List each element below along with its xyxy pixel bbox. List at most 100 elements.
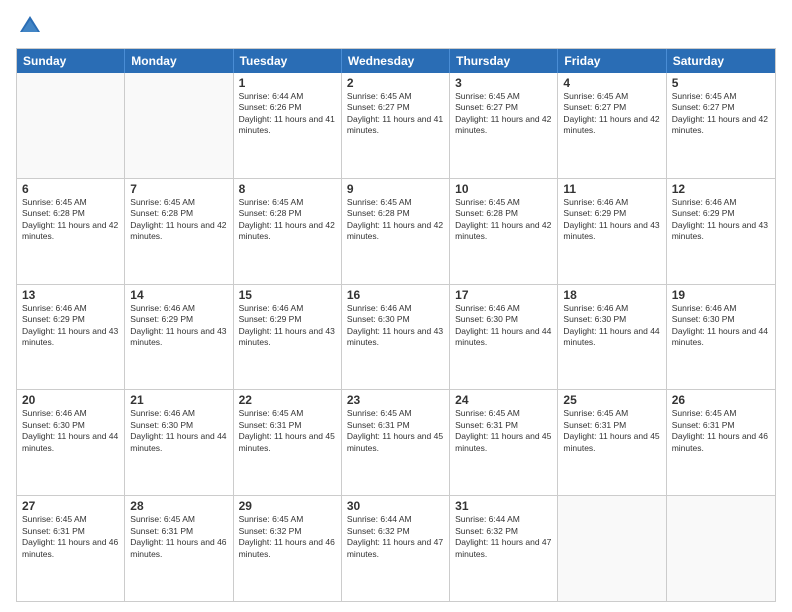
calendar-row-5: 27Sunrise: 6:45 AM Sunset: 6:31 PM Dayli…: [17, 495, 775, 601]
day-cell-11: 11Sunrise: 6:46 AM Sunset: 6:29 PM Dayli…: [558, 179, 666, 284]
day-details: Sunrise: 6:46 AM Sunset: 6:29 PM Dayligh…: [22, 303, 119, 349]
day-number: 2: [347, 76, 444, 90]
day-number: 13: [22, 288, 119, 302]
weekday-header-monday: Monday: [125, 49, 233, 73]
empty-cell-0-0: [17, 73, 125, 178]
day-details: Sunrise: 6:45 AM Sunset: 6:27 PM Dayligh…: [347, 91, 444, 137]
day-details: Sunrise: 6:45 AM Sunset: 6:31 PM Dayligh…: [672, 408, 770, 454]
day-cell-22: 22Sunrise: 6:45 AM Sunset: 6:31 PM Dayli…: [234, 390, 342, 495]
day-details: Sunrise: 6:46 AM Sunset: 6:30 PM Dayligh…: [563, 303, 660, 349]
day-number: 17: [455, 288, 552, 302]
day-number: 22: [239, 393, 336, 407]
day-cell-16: 16Sunrise: 6:46 AM Sunset: 6:30 PM Dayli…: [342, 285, 450, 390]
day-number: 31: [455, 499, 552, 513]
day-cell-4: 4Sunrise: 6:45 AM Sunset: 6:27 PM Daylig…: [558, 73, 666, 178]
day-cell-18: 18Sunrise: 6:46 AM Sunset: 6:30 PM Dayli…: [558, 285, 666, 390]
day-number: 15: [239, 288, 336, 302]
day-cell-14: 14Sunrise: 6:46 AM Sunset: 6:29 PM Dayli…: [125, 285, 233, 390]
day-details: Sunrise: 6:45 AM Sunset: 6:27 PM Dayligh…: [563, 91, 660, 137]
day-number: 3: [455, 76, 552, 90]
day-cell-6: 6Sunrise: 6:45 AM Sunset: 6:28 PM Daylig…: [17, 179, 125, 284]
day-cell-21: 21Sunrise: 6:46 AM Sunset: 6:30 PM Dayli…: [125, 390, 233, 495]
day-cell-8: 8Sunrise: 6:45 AM Sunset: 6:28 PM Daylig…: [234, 179, 342, 284]
day-details: Sunrise: 6:45 AM Sunset: 6:28 PM Dayligh…: [455, 197, 552, 243]
day-details: Sunrise: 6:46 AM Sunset: 6:30 PM Dayligh…: [672, 303, 770, 349]
calendar-header: SundayMondayTuesdayWednesdayThursdayFrid…: [17, 49, 775, 73]
day-number: 9: [347, 182, 444, 196]
day-cell-27: 27Sunrise: 6:45 AM Sunset: 6:31 PM Dayli…: [17, 496, 125, 601]
weekday-header-friday: Friday: [558, 49, 666, 73]
day-details: Sunrise: 6:46 AM Sunset: 6:29 PM Dayligh…: [563, 197, 660, 243]
day-number: 19: [672, 288, 770, 302]
day-details: Sunrise: 6:44 AM Sunset: 6:32 PM Dayligh…: [455, 514, 552, 560]
weekday-header-tuesday: Tuesday: [234, 49, 342, 73]
day-cell-15: 15Sunrise: 6:46 AM Sunset: 6:29 PM Dayli…: [234, 285, 342, 390]
day-cell-24: 24Sunrise: 6:45 AM Sunset: 6:31 PM Dayli…: [450, 390, 558, 495]
day-details: Sunrise: 6:46 AM Sunset: 6:29 PM Dayligh…: [130, 303, 227, 349]
day-cell-28: 28Sunrise: 6:45 AM Sunset: 6:31 PM Dayli…: [125, 496, 233, 601]
day-number: 8: [239, 182, 336, 196]
weekday-header-sunday: Sunday: [17, 49, 125, 73]
day-details: Sunrise: 6:45 AM Sunset: 6:28 PM Dayligh…: [239, 197, 336, 243]
day-details: Sunrise: 6:45 AM Sunset: 6:28 PM Dayligh…: [347, 197, 444, 243]
logo-icon: [16, 12, 44, 40]
day-number: 11: [563, 182, 660, 196]
day-number: 25: [563, 393, 660, 407]
day-number: 30: [347, 499, 444, 513]
day-number: 14: [130, 288, 227, 302]
day-details: Sunrise: 6:45 AM Sunset: 6:31 PM Dayligh…: [455, 408, 552, 454]
day-cell-23: 23Sunrise: 6:45 AM Sunset: 6:31 PM Dayli…: [342, 390, 450, 495]
day-number: 1: [239, 76, 336, 90]
day-number: 10: [455, 182, 552, 196]
day-cell-20: 20Sunrise: 6:46 AM Sunset: 6:30 PM Dayli…: [17, 390, 125, 495]
calendar: SundayMondayTuesdayWednesdayThursdayFrid…: [16, 48, 776, 602]
day-number: 16: [347, 288, 444, 302]
day-number: 4: [563, 76, 660, 90]
day-cell-9: 9Sunrise: 6:45 AM Sunset: 6:28 PM Daylig…: [342, 179, 450, 284]
empty-cell-0-1: [125, 73, 233, 178]
day-cell-5: 5Sunrise: 6:45 AM Sunset: 6:27 PM Daylig…: [667, 73, 775, 178]
day-number: 24: [455, 393, 552, 407]
day-number: 29: [239, 499, 336, 513]
day-number: 18: [563, 288, 660, 302]
logo: [16, 12, 48, 40]
day-number: 26: [672, 393, 770, 407]
day-cell-19: 19Sunrise: 6:46 AM Sunset: 6:30 PM Dayli…: [667, 285, 775, 390]
weekday-header-wednesday: Wednesday: [342, 49, 450, 73]
day-number: 23: [347, 393, 444, 407]
day-number: 21: [130, 393, 227, 407]
day-details: Sunrise: 6:45 AM Sunset: 6:27 PM Dayligh…: [455, 91, 552, 137]
calendar-row-4: 20Sunrise: 6:46 AM Sunset: 6:30 PM Dayli…: [17, 389, 775, 495]
day-details: Sunrise: 6:46 AM Sunset: 6:30 PM Dayligh…: [455, 303, 552, 349]
day-cell-29: 29Sunrise: 6:45 AM Sunset: 6:32 PM Dayli…: [234, 496, 342, 601]
calendar-row-2: 6Sunrise: 6:45 AM Sunset: 6:28 PM Daylig…: [17, 178, 775, 284]
day-details: Sunrise: 6:44 AM Sunset: 6:26 PM Dayligh…: [239, 91, 336, 137]
calendar-body: 1Sunrise: 6:44 AM Sunset: 6:26 PM Daylig…: [17, 73, 775, 601]
day-details: Sunrise: 6:46 AM Sunset: 6:29 PM Dayligh…: [239, 303, 336, 349]
day-cell-13: 13Sunrise: 6:46 AM Sunset: 6:29 PM Dayli…: [17, 285, 125, 390]
weekday-header-saturday: Saturday: [667, 49, 775, 73]
day-details: Sunrise: 6:46 AM Sunset: 6:30 PM Dayligh…: [347, 303, 444, 349]
day-details: Sunrise: 6:46 AM Sunset: 6:29 PM Dayligh…: [672, 197, 770, 243]
empty-cell-4-5: [558, 496, 666, 601]
page-header: [16, 12, 776, 40]
day-cell-17: 17Sunrise: 6:46 AM Sunset: 6:30 PM Dayli…: [450, 285, 558, 390]
day-details: Sunrise: 6:45 AM Sunset: 6:32 PM Dayligh…: [239, 514, 336, 560]
day-details: Sunrise: 6:45 AM Sunset: 6:27 PM Dayligh…: [672, 91, 770, 137]
day-number: 12: [672, 182, 770, 196]
empty-cell-4-6: [667, 496, 775, 601]
day-details: Sunrise: 6:46 AM Sunset: 6:30 PM Dayligh…: [130, 408, 227, 454]
day-details: Sunrise: 6:45 AM Sunset: 6:31 PM Dayligh…: [22, 514, 119, 560]
day-details: Sunrise: 6:45 AM Sunset: 6:31 PM Dayligh…: [347, 408, 444, 454]
day-details: Sunrise: 6:45 AM Sunset: 6:28 PM Dayligh…: [22, 197, 119, 243]
day-cell-10: 10Sunrise: 6:45 AM Sunset: 6:28 PM Dayli…: [450, 179, 558, 284]
day-cell-12: 12Sunrise: 6:46 AM Sunset: 6:29 PM Dayli…: [667, 179, 775, 284]
day-cell-26: 26Sunrise: 6:45 AM Sunset: 6:31 PM Dayli…: [667, 390, 775, 495]
day-cell-3: 3Sunrise: 6:45 AM Sunset: 6:27 PM Daylig…: [450, 73, 558, 178]
day-number: 27: [22, 499, 119, 513]
day-details: Sunrise: 6:45 AM Sunset: 6:28 PM Dayligh…: [130, 197, 227, 243]
calendar-page: SundayMondayTuesdayWednesdayThursdayFrid…: [0, 0, 792, 612]
day-cell-30: 30Sunrise: 6:44 AM Sunset: 6:32 PM Dayli…: [342, 496, 450, 601]
day-cell-7: 7Sunrise: 6:45 AM Sunset: 6:28 PM Daylig…: [125, 179, 233, 284]
day-details: Sunrise: 6:45 AM Sunset: 6:31 PM Dayligh…: [563, 408, 660, 454]
